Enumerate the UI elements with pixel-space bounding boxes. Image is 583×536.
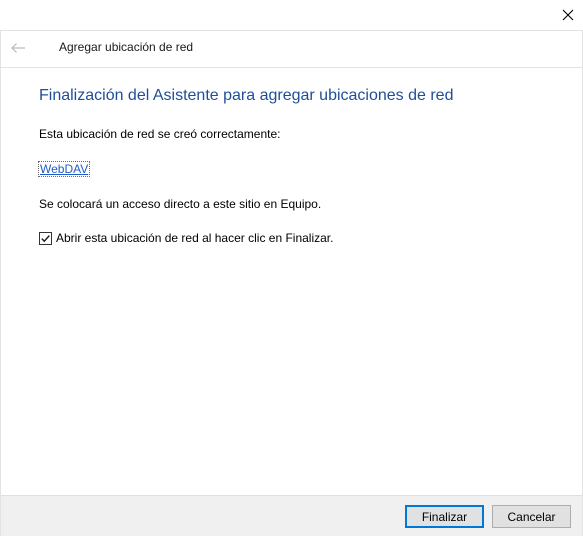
title-bar [0,0,583,30]
page-heading: Finalización del Asistente para agregar … [39,87,454,104]
finish-button[interactable]: Finalizar [405,505,484,528]
open-location-checkbox[interactable] [39,231,52,245]
open-location-checkbox-row[interactable]: Abrir esta ubicación de red al hacer cli… [39,231,333,245]
shortcut-message: Se colocará un acceso directo a este sit… [39,197,322,211]
network-location-link[interactable]: WebDAV [37,161,91,177]
back-button[interactable] [7,37,29,59]
created-message: Esta ubicación de red se creó correctame… [39,127,281,141]
back-arrow-icon [11,43,25,53]
close-button[interactable] [553,0,583,30]
wizard-title: Agregar ubicación de red [59,40,194,54]
wizard-window: Agregar ubicación de red Finalización de… [0,0,583,536]
wizard-nav-bar: Agregar ubicación de red [1,31,582,68]
wizard-frame: Agregar ubicación de red Finalización de… [0,30,583,536]
open-location-checkbox-label: Abrir esta ubicación de red al hacer cli… [56,231,334,245]
checkmark-icon [41,234,50,242]
cancel-button[interactable]: Cancelar [492,505,571,528]
close-icon [562,9,574,21]
wizard-footer: Finalizar Cancelar [1,495,582,536]
